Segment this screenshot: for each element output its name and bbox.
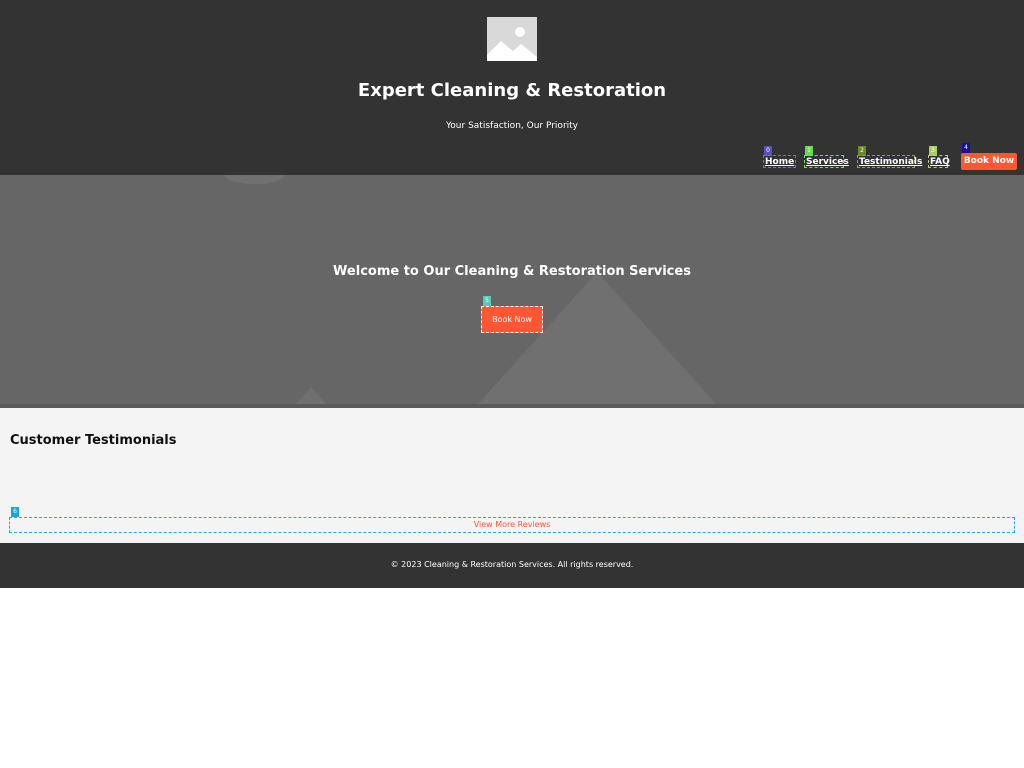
element-index-badge: 4 (962, 143, 970, 153)
site-header: Expert Cleaning & Restoration Your Satis… (0, 0, 1024, 175)
nav-services-link[interactable]: Services (804, 155, 849, 168)
site-title: Expert Cleaning & Restoration (357, 80, 667, 101)
site-footer: © 2023 Cleaning & Restoration Services. … (0, 543, 1024, 588)
element-index-badge: 5 (483, 296, 491, 306)
element-index-badge: 6 (11, 507, 19, 517)
view-more-reviews-link[interactable]: View More Reviews (9, 517, 1015, 533)
nav-faq-link[interactable]: FAQ (928, 155, 950, 168)
hero-background-image (0, 175, 1024, 408)
hero-book-now-button[interactable]: Book Now (481, 306, 543, 333)
testimonials-section: Customer Testimonials 6 View More Review… (0, 408, 1024, 543)
nav-testimonials-link[interactable]: Testimonials (857, 155, 922, 168)
footer-copyright: © 2023 Cleaning & Restoration Services. … (390, 560, 634, 569)
hero-section: Welcome to Our Cleaning & Restoration Se… (0, 175, 1024, 408)
site-tagline: Your Satisfaction, Our Priority (446, 121, 578, 131)
testimonials-heading: Customer Testimonials (10, 433, 177, 448)
nav-book-now-button[interactable]: Book Now (961, 153, 1017, 170)
hero-title: Welcome to Our Cleaning & Restoration Se… (333, 264, 691, 279)
image-placeholder-icon (487, 17, 537, 61)
nav-home-link[interactable]: Home (763, 155, 797, 168)
